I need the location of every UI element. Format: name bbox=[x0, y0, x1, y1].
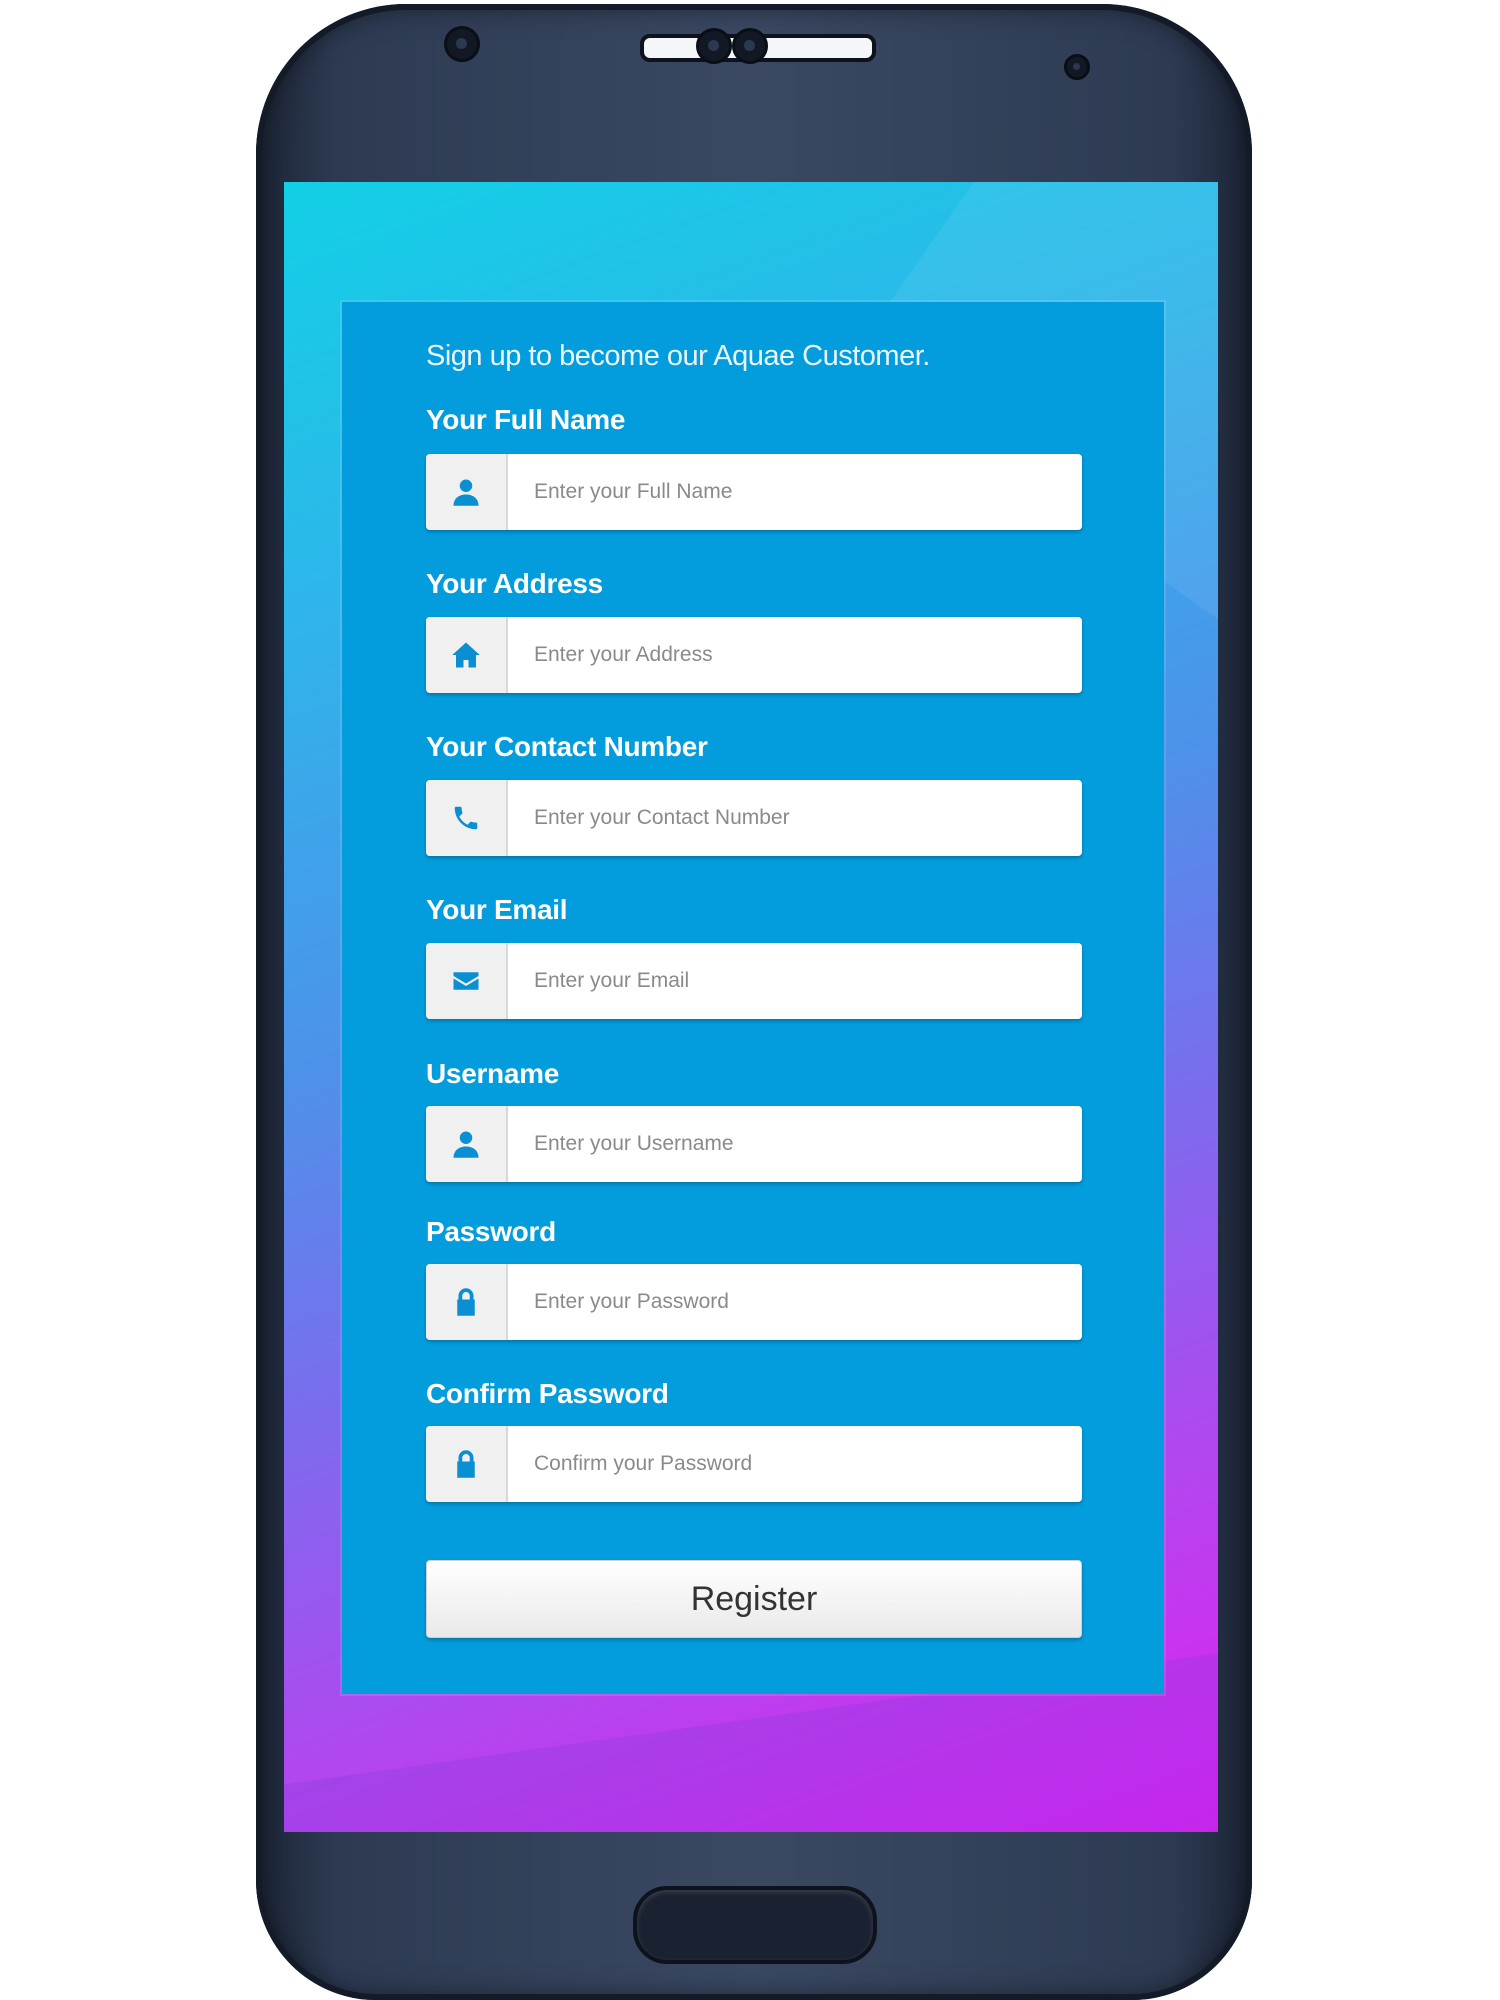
email-field[interactable] bbox=[426, 943, 1082, 1019]
contact-number-input[interactable] bbox=[508, 780, 1082, 856]
contact-number-field[interactable] bbox=[426, 780, 1082, 856]
confirm-password-input[interactable] bbox=[508, 1426, 1082, 1502]
user-icon bbox=[426, 454, 508, 530]
address-field[interactable] bbox=[426, 617, 1082, 693]
full-name-label: Your Full Name bbox=[426, 404, 626, 435]
full-name-input[interactable] bbox=[508, 454, 1082, 530]
email-label: Your Email bbox=[426, 894, 568, 925]
phone-icon bbox=[426, 780, 508, 856]
form-intro-text: Sign up to become our Aquae Customer. bbox=[426, 340, 930, 372]
sensor-icon bbox=[696, 28, 732, 64]
envelope-icon bbox=[426, 943, 508, 1019]
email-input[interactable] bbox=[508, 943, 1082, 1019]
contact-number-label: Your Contact Number bbox=[426, 731, 708, 762]
sensor-icon bbox=[732, 28, 768, 64]
password-field[interactable] bbox=[426, 1264, 1082, 1340]
lock-icon bbox=[426, 1264, 508, 1340]
address-label: Your Address bbox=[426, 568, 603, 599]
home-icon bbox=[426, 617, 508, 693]
confirm-password-label: Confirm Password bbox=[426, 1378, 669, 1409]
username-field[interactable] bbox=[426, 1106, 1082, 1182]
full-name-field[interactable] bbox=[426, 454, 1082, 530]
proximity-sensor-icon bbox=[1064, 54, 1090, 80]
confirm-password-field[interactable] bbox=[426, 1426, 1082, 1502]
address-input[interactable] bbox=[508, 617, 1082, 693]
username-label: Username bbox=[426, 1058, 560, 1089]
password-input[interactable] bbox=[508, 1264, 1082, 1340]
lock-icon bbox=[426, 1426, 508, 1502]
home-button[interactable] bbox=[633, 1886, 877, 1964]
front-camera-icon bbox=[444, 26, 480, 62]
user-icon bbox=[426, 1106, 508, 1182]
password-label: Password bbox=[426, 1216, 556, 1247]
username-input[interactable] bbox=[508, 1106, 1082, 1182]
register-button[interactable]: Register bbox=[426, 1560, 1082, 1638]
